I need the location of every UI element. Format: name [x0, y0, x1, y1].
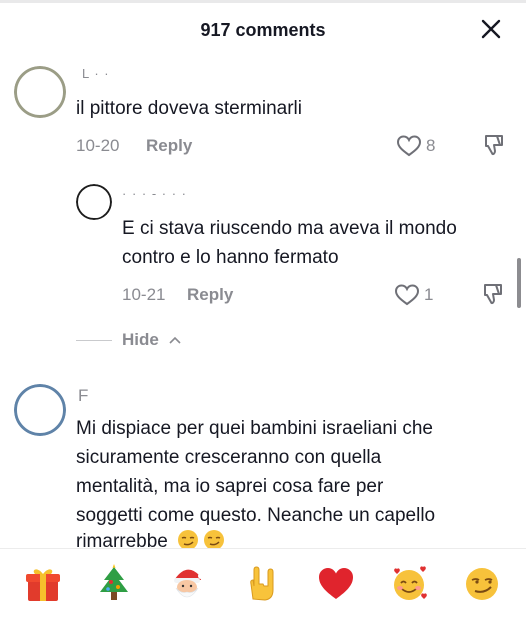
reply-button[interactable]: Reply [187, 285, 233, 305]
dislike-icon[interactable] [480, 132, 506, 158]
christmas-tree-emoji[interactable] [93, 563, 135, 605]
comment-text-line-3: mentalità, ma io saprei cosa fare per [76, 476, 384, 497]
comment-username[interactable]: · · · - · · · [122, 186, 187, 201]
divider-line [76, 339, 112, 341]
comment-text-line-2: sicuramente cresceranno con quella [76, 447, 382, 468]
hide-replies-button[interactable]: Hide [76, 330, 181, 350]
comment-date: 10-20 [76, 136, 120, 155]
dislike-icon[interactable] [479, 281, 505, 307]
red-heart-emoji[interactable] [315, 563, 357, 605]
chevron-up-icon [169, 336, 181, 344]
gift-emoji[interactable] [22, 563, 64, 605]
comments-count-title: 917 comments [200, 20, 326, 40]
comment-text-line-5: rimarrebbe [76, 531, 168, 549]
like-count: 8 [426, 136, 436, 155]
smiling-face-with-hearts-emoji[interactable] [388, 563, 430, 605]
like-button[interactable]: 1 [394, 283, 433, 307]
reply-button[interactable]: Reply [146, 136, 192, 156]
like-count: 1 [424, 285, 434, 304]
comment-text-line-5-wrap: rimarrebbe [76, 527, 225, 549]
emoji-quick-bar [0, 548, 526, 618]
smirking-face-emoji[interactable] [461, 563, 503, 605]
comment-date: 10-21 [122, 285, 166, 304]
comment-username[interactable]: L · · [82, 66, 110, 81]
heart-icon [394, 284, 420, 306]
hide-label: Hide [122, 330, 159, 349]
comment-username[interactable]: F [78, 386, 89, 406]
comment-text-line-1: Mi dispiace per quei bambini israeliani … [76, 418, 433, 439]
rock-on-hand-emoji[interactable] [240, 563, 282, 605]
avatar[interactable] [14, 66, 66, 118]
comment-text-line-1: E ci stava riuscendo ma aveva il mondo [122, 218, 457, 239]
smirking-face-emoji [203, 529, 225, 549]
heart-icon [396, 135, 422, 157]
close-icon[interactable] [480, 18, 502, 40]
santa-emoji[interactable] [166, 563, 208, 605]
like-button[interactable]: 8 [396, 134, 435, 158]
comment-text-line-2: contro e lo hanno fermato [122, 247, 339, 268]
smirking-face-emoji [177, 529, 199, 549]
scrollbar-thumb[interactable] [517, 258, 521, 308]
avatar[interactable] [76, 184, 112, 220]
comment-text: il pittore doveva sterminarli [76, 98, 302, 119]
avatar[interactable] [14, 384, 66, 436]
comments-header: 917 comments [0, 0, 526, 62]
